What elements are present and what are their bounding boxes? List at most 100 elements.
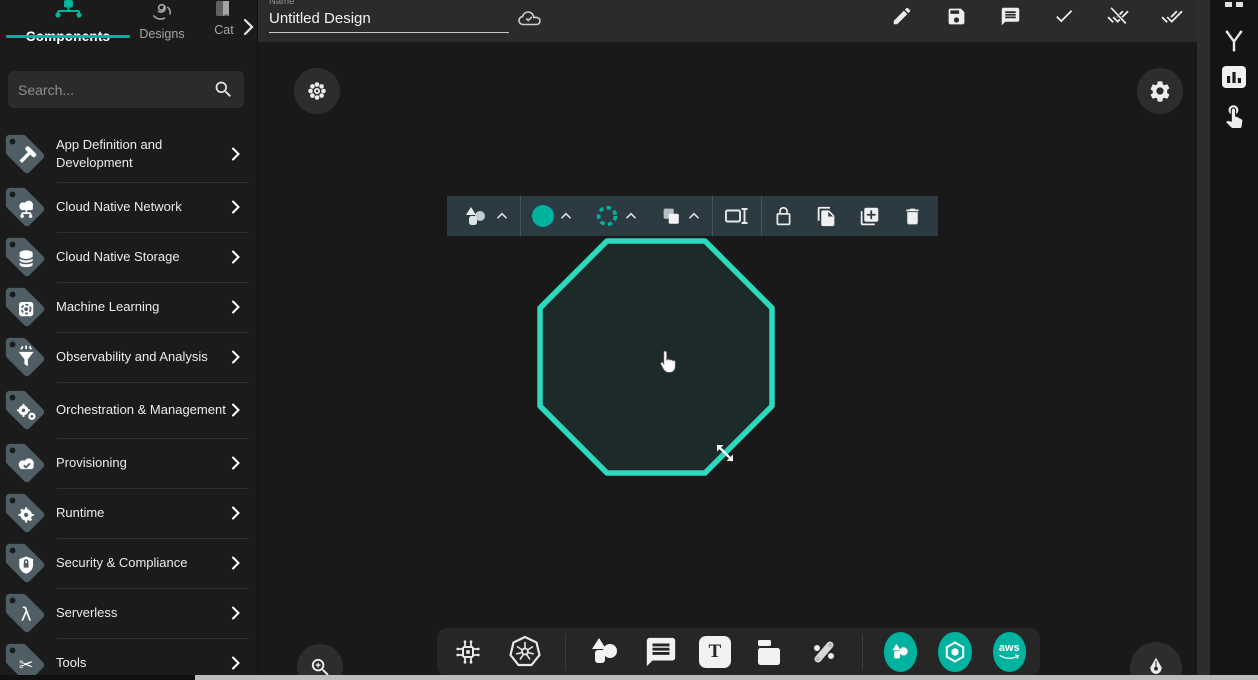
sidebar-tabbar: Components Designs Cat xyxy=(0,0,257,58)
analytics-icon xyxy=(1221,65,1247,89)
chevron-right-icon xyxy=(228,146,244,162)
touch-icon xyxy=(1221,102,1247,128)
tag-lambda-icon: λ xyxy=(2,590,48,636)
category-observability[interactable]: Observability and Analysis xyxy=(0,332,257,382)
comment-tool-button[interactable] xyxy=(644,635,678,669)
tag-cloud-check-icon xyxy=(2,440,48,486)
tab-catalog-label: Cat xyxy=(202,23,246,37)
search-icon xyxy=(213,79,234,100)
trash-icon xyxy=(902,206,923,227)
shapes-menu-button[interactable] xyxy=(451,196,520,236)
category-tools[interactable]: ✂ Tools xyxy=(0,638,257,680)
lock-button[interactable] xyxy=(762,196,805,236)
infrastructure-tool-button[interactable] xyxy=(451,635,485,669)
undeploy-button[interactable] xyxy=(1107,5,1129,27)
tag-gear-icon xyxy=(2,490,48,536)
aws-smile-icon xyxy=(998,654,1020,661)
canvas-dock-toolbar: T xyxy=(437,628,1040,676)
category-runtime[interactable]: Runtime xyxy=(0,488,257,538)
kubernetes-components-button[interactable] xyxy=(938,632,971,672)
category-cloud-native-storage[interactable]: Cloud Native Storage xyxy=(0,232,257,282)
toolbar-divider xyxy=(862,634,863,670)
kubernetes-context-button[interactable] xyxy=(294,68,340,114)
text-tool-button[interactable]: T xyxy=(699,636,731,668)
resize-handle-icon[interactable] xyxy=(710,438,740,468)
horizontal-scrollbar[interactable] xyxy=(0,675,1258,680)
tabs-scroll-right-button[interactable] xyxy=(241,16,255,38)
tag-shield-icon xyxy=(2,540,48,586)
tag-cloud-network-icon xyxy=(2,184,48,230)
fill-color-button[interactable] xyxy=(521,196,584,236)
delete-button[interactable] xyxy=(891,196,934,236)
category-label: Security & Compliance xyxy=(56,554,228,572)
stroke-style-button[interactable] xyxy=(584,196,649,236)
edge-tool-button[interactable] xyxy=(807,635,841,669)
aws-components-button[interactable]: aws xyxy=(993,632,1026,672)
cloud-done-icon xyxy=(516,7,542,29)
category-app-definition[interactable]: App Definition and Development xyxy=(0,126,257,182)
category-machine-learning[interactable]: Machine Learning xyxy=(0,282,257,332)
validate-button[interactable] xyxy=(1053,5,1075,27)
undeploy-crossed-check-icon xyxy=(1107,5,1129,28)
chevron-right-icon xyxy=(228,655,244,671)
note-tool-button[interactable] xyxy=(752,636,786,668)
tab-designs[interactable]: Designs xyxy=(133,0,191,41)
add-to-design-button[interactable] xyxy=(848,196,891,236)
catalog-icon xyxy=(213,0,235,20)
comment-icon xyxy=(644,635,678,669)
gear-icon xyxy=(1148,79,1172,103)
tag-funnel-icon xyxy=(2,334,48,380)
horizontal-scrollbar-thumb[interactable] xyxy=(195,675,1258,680)
header-actions xyxy=(891,5,1183,27)
category-label: Orchestration & Management xyxy=(56,401,228,419)
design-name-input[interactable] xyxy=(269,8,509,33)
category-label: Provisioning xyxy=(56,454,228,472)
text-tool-icon: T xyxy=(699,636,731,668)
category-provisioning[interactable]: Provisioning xyxy=(0,438,257,488)
tab-components[interactable]: Components xyxy=(6,0,130,44)
panel-button[interactable] xyxy=(1219,0,1249,14)
category-security[interactable]: Security & Compliance xyxy=(0,538,257,588)
kubernetes-tool-button[interactable] xyxy=(506,633,544,671)
category-label: Runtime xyxy=(56,504,228,522)
tab-designs-label: Designs xyxy=(133,27,191,41)
arrange-layers-button[interactable] xyxy=(649,196,712,236)
name-field-label: Name xyxy=(269,0,294,7)
merge-button[interactable] xyxy=(1219,26,1249,56)
kubernetes-icon xyxy=(506,633,544,671)
hexagon-icon xyxy=(943,640,967,664)
category-orchestration[interactable]: Orchestration & Management xyxy=(0,382,257,438)
category-serverless[interactable]: λ Serverless xyxy=(0,588,257,638)
search-input[interactable] xyxy=(18,82,213,98)
duplicate-button[interactable] xyxy=(805,196,848,236)
svg-text:λ: λ xyxy=(21,605,32,626)
chevron-up-icon xyxy=(559,209,573,223)
shapes-tool-button[interactable] xyxy=(587,635,623,669)
edit-button[interactable] xyxy=(891,5,913,27)
save-button[interactable] xyxy=(945,5,967,27)
infrastructure-icon xyxy=(451,635,485,669)
comment-button[interactable] xyxy=(999,5,1021,27)
design-canvas[interactable]: T xyxy=(258,42,1197,680)
chevron-right-icon xyxy=(228,605,244,621)
copy-icon xyxy=(816,206,837,227)
category-label: Tools xyxy=(56,654,228,672)
category-label: Serverless xyxy=(56,604,228,622)
layers-icon xyxy=(660,205,682,227)
whiteboarding-shapes-button[interactable] xyxy=(884,632,917,672)
deploy-button[interactable] xyxy=(1161,5,1183,27)
components-sidebar: Components Designs Cat xyxy=(0,0,258,680)
fill-color-swatch xyxy=(532,205,554,227)
selection-toolbar xyxy=(447,196,938,236)
vertical-scrollbar[interactable] xyxy=(1197,0,1210,680)
analytics-button[interactable] xyxy=(1219,62,1249,92)
tab-catalog[interactable]: Cat xyxy=(202,0,246,37)
design-header: Name xyxy=(258,0,1197,42)
category-cloud-native-network[interactable]: Cloud Native Network xyxy=(0,182,257,232)
flower-icon xyxy=(305,79,329,103)
chevron-right-icon xyxy=(228,455,244,471)
chevron-right-icon xyxy=(228,249,244,265)
canvas-settings-button[interactable] xyxy=(1137,68,1183,114)
interaction-button[interactable] xyxy=(1219,100,1249,130)
resize-width-button[interactable] xyxy=(713,196,761,236)
